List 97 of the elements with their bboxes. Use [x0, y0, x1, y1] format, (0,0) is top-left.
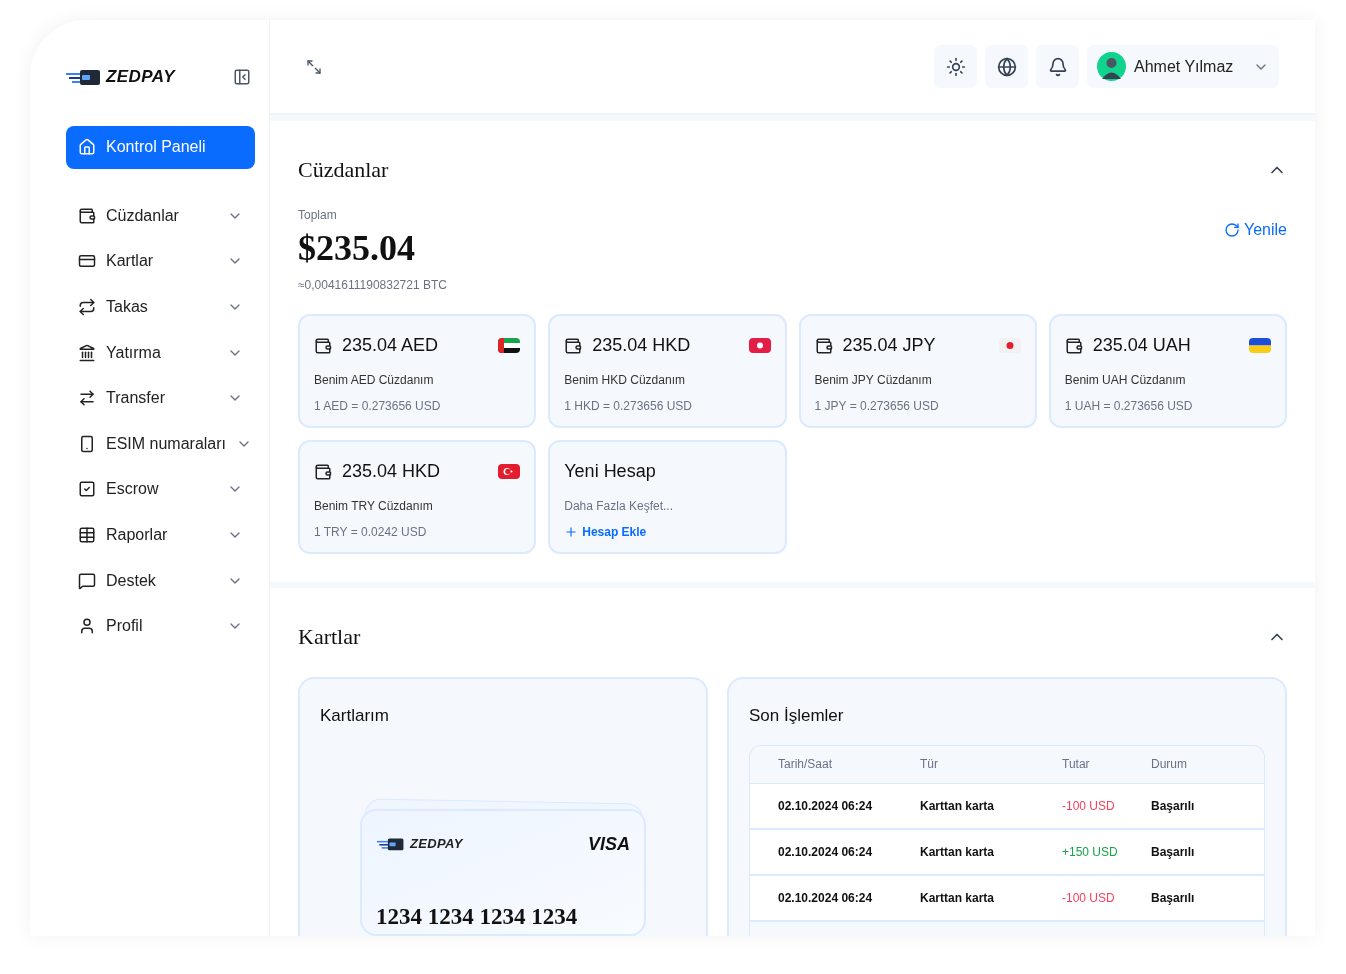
sidebar-item[interactable]: Profil — [66, 603, 255, 649]
wallet-icon — [314, 462, 332, 481]
table-cell-text: 02.10.2024 06:24 — [778, 797, 874, 815]
amount-cell-text: +150 USD — [1062, 843, 1119, 861]
card-brand: ZEDPAY — [410, 835, 463, 854]
avatar-icon — [1097, 52, 1126, 81]
sidebar-toggle-icon[interactable] — [233, 67, 251, 86]
wallet-amount: 235.04 UAH — [1092, 334, 1191, 357]
panel-title: Son İşlemler — [749, 705, 845, 727]
wallet-name: Benim HKD Cüzdanım — [564, 372, 686, 389]
expand-icon[interactable] — [306, 58, 322, 75]
wallet-icon — [314, 336, 332, 355]
sidebar-item[interactable]: Takas — [66, 284, 255, 330]
wallet-name: Benim TRY Cüzdanım — [314, 498, 434, 515]
new-account-subtitle: Daha Fazla Keşfet... — [564, 498, 674, 515]
sun-icon — [945, 56, 966, 77]
user-menu-button[interactable]: Ahmet Yılmaz — [1087, 45, 1279, 88]
wallet-icon — [814, 336, 833, 355]
add-account-link[interactable]: Hesap Ekle — [564, 523, 647, 541]
sidebar-item[interactable]: Escrow — [66, 467, 255, 512]
sidebar-item[interactable]: Transfer — [66, 375, 255, 421]
sidebar-item[interactable]: Cüzdanlar — [66, 193, 255, 239]
wallet-card[interactable]: 235.04 JPY Benim JPY Cüzdanım 1 JPY = 0.273656 USD — [798, 314, 1037, 428]
sidebar-item[interactable]: ESIM numaraları — [66, 421, 255, 467]
repeat-icon — [78, 298, 96, 316]
exchange-rate: 1 UAH = 0.273656 USD — [1064, 398, 1194, 415]
bell-icon — [1047, 56, 1068, 77]
wallet-amount: 235.04 AED — [342, 334, 439, 357]
brand-name: ZEDPAY — [106, 66, 175, 88]
amount-cell-text: -100 USD — [1062, 797, 1116, 815]
wallet-name: Benim AED Cüzdanım — [314, 372, 435, 389]
table-cell-text: Karttan karta — [920, 797, 996, 815]
flag-icon — [498, 464, 521, 479]
table-cell-text: 02.10.2024 06:24 — [778, 843, 874, 861]
wallet-card[interactable]: 235.04 HKD Benim HKD Cüzdanım 1 HKD = 0.273656 USD — [548, 314, 787, 428]
table-cell-text: Karttan karta — [920, 843, 996, 861]
flag-icon — [998, 338, 1021, 353]
table-cell-text: Karttan karta — [920, 889, 996, 907]
phone-icon — [78, 434, 96, 453]
new-account-title: Yeni Hesap — [564, 460, 657, 483]
column-header: Tarih/Saat — [778, 756, 834, 773]
arrows-icon — [78, 389, 96, 408]
exchange-rate: 1 HKD = 0.273656 USD — [564, 398, 693, 415]
home-icon — [78, 138, 96, 156]
refresh-icon — [1224, 222, 1240, 238]
exchange-rate: 1 AED = 0.273656 USD — [314, 398, 442, 415]
logo-icon — [376, 837, 406, 851]
amount-cell-text: -100 USD — [1062, 889, 1116, 907]
plus-icon — [564, 525, 579, 539]
sidebar-item[interactable]: Kartlar — [66, 239, 255, 284]
sidebar-item[interactable]: Kontrol Paneli — [66, 125, 255, 169]
theme-button[interactable] — [934, 45, 977, 88]
flag-icon — [748, 338, 771, 353]
user-icon — [78, 617, 96, 636]
chat-icon — [78, 571, 96, 590]
refresh-button[interactable]: Yenile — [1224, 218, 1287, 242]
bank-icon — [78, 343, 96, 362]
wallet-name: Benim UAH Cüzdanım — [1064, 372, 1187, 389]
flag-icon — [498, 338, 521, 353]
notifications-button[interactable] — [1036, 45, 1079, 88]
wallet-icon — [78, 206, 96, 225]
table-cell-text: Başarılı — [1151, 889, 1196, 907]
sidebar-item[interactable]: Destek — [66, 558, 255, 603]
section-title: Kartlar — [298, 623, 361, 651]
table-cell-text: Başarılı — [1151, 797, 1196, 815]
wallet-card[interactable]: 235.04 HKD Benim TRY Cüzdanım 1 TRY = 0.0242 USD — [298, 440, 537, 554]
btc-equivalent: ≈0,0041611190832721 BTC — [298, 277, 447, 294]
wallet-amount: 235.04 HKD — [342, 460, 441, 483]
globe-icon — [996, 56, 1017, 77]
sidebar-item[interactable]: Raporlar — [66, 512, 255, 558]
wallet-amount: 235.04 JPY — [842, 334, 936, 357]
panel-title: Kartlarım — [320, 705, 389, 727]
logo-icon — [66, 67, 102, 86]
table-cell-text: 02.10.2024 06:24 — [778, 889, 874, 907]
wallet-icon — [564, 336, 583, 355]
wallet-amount: 235.04 HKD — [592, 334, 691, 357]
bank-card[interactable]: ZEDPAY VISA 1234 1234 1234 1234 — [360, 808, 646, 936]
wallet-card[interactable]: 235.04 AED Benim AED Cüzdanım 1 AED = 0.273656 USD — [298, 314, 537, 428]
wallet-card[interactable]: 235.04 UAH Benim UAH Cüzdanım 1 UAH = 0.273656 USD — [1048, 314, 1287, 428]
card-network: VISA — [588, 832, 630, 856]
sidebar-item[interactable]: Yatırma — [66, 330, 255, 375]
column-header: Durum — [1151, 756, 1188, 773]
exchange-rate: 1 TRY = 0.0242 USD — [314, 524, 428, 541]
flag-icon — [1249, 338, 1271, 353]
wallet-name: Benim JPY Cüzdanım — [814, 372, 933, 389]
table-icon — [78, 525, 96, 544]
card-number: 1234 1234 1234 1234 — [376, 902, 579, 931]
table-cell-text: Başarılı — [1151, 843, 1196, 861]
section-title: Cüzdanlar — [298, 156, 389, 184]
language-button[interactable] — [985, 45, 1028, 88]
column-header: Tutar — [1062, 756, 1091, 773]
wallet-icon — [1064, 336, 1083, 355]
column-header: Tür — [920, 756, 939, 773]
total-label: Toplam — [298, 207, 338, 224]
checkbox-icon — [78, 480, 96, 499]
total-balance: $235.04 — [298, 227, 416, 270]
exchange-rate: 1 JPY = 0.273656 USD — [814, 398, 940, 415]
